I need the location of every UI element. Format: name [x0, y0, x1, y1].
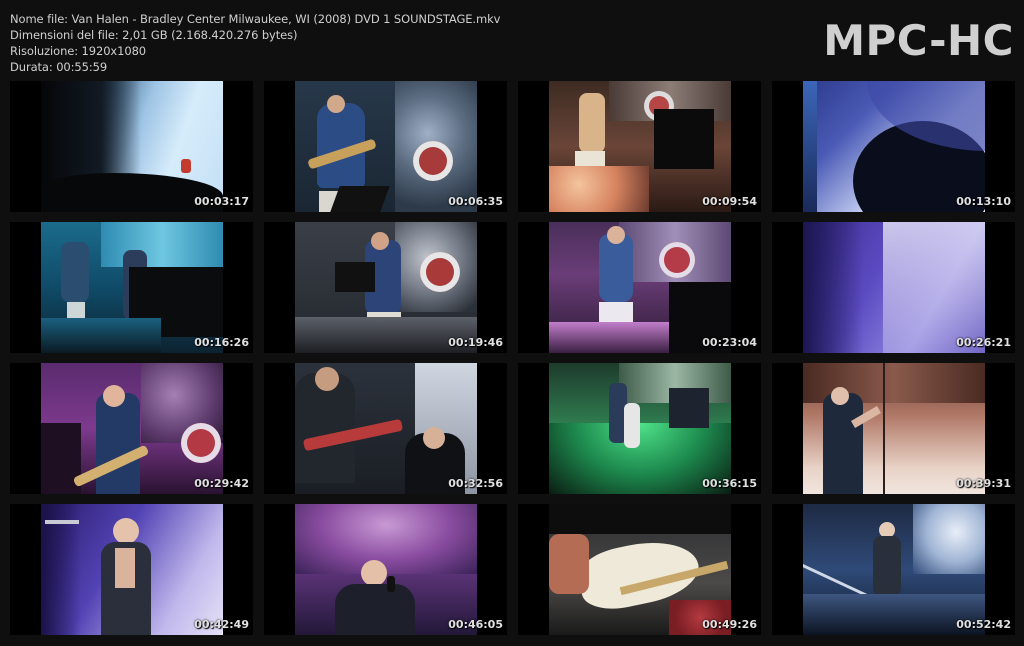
timestamp: 00:46:05: [448, 618, 503, 631]
file-info: Nome file: Van Halen - Bradley Center Mi…: [10, 11, 500, 75]
thumbnail: 00:16:26: [10, 222, 253, 353]
thumbnail: 00:32:56: [264, 363, 507, 494]
thumbnail: 00:13:10: [772, 81, 1015, 212]
thumbnail: 00:39:31: [772, 363, 1015, 494]
thumbnail-image: [41, 222, 223, 353]
thumbnail: 00:09:54: [518, 81, 761, 212]
file-name: Nome file: Van Halen - Bradley Center Mi…: [10, 12, 501, 26]
thumbnail-image: [295, 81, 477, 212]
thumbnail-image: [549, 363, 731, 494]
timestamp: 00:13:10: [956, 195, 1011, 208]
thumbnail: 00:06:35: [264, 81, 507, 212]
timestamp: 00:52:42: [956, 618, 1011, 631]
thumbnail-image: [803, 222, 985, 353]
thumbnail-image: [41, 504, 223, 635]
file-resolution: Risoluzione: 1920x1080: [10, 44, 146, 58]
thumbnail: 00:52:42: [772, 504, 1015, 635]
mpc-hc-logo: MPC-HC: [823, 16, 1014, 65]
file-size: Dimensioni del file: 2,01 GB (2.168.420.…: [10, 28, 298, 42]
timestamp: 00:23:04: [702, 336, 757, 349]
thumbnail-image: [295, 363, 477, 494]
timestamp: 00:09:54: [702, 195, 757, 208]
timestamp: 00:36:15: [702, 477, 757, 490]
timestamp: 00:06:35: [448, 195, 503, 208]
thumbnail-image: [549, 504, 731, 635]
thumbnail-image: [41, 81, 223, 212]
thumbnail: 00:42:49: [10, 504, 253, 635]
timestamp: 00:03:17: [194, 195, 249, 208]
file-duration: Durata: 00:55:59: [10, 60, 108, 74]
timestamp: 00:32:56: [448, 477, 503, 490]
thumbnail-image: [803, 504, 985, 635]
thumbnail: 00:26:21: [772, 222, 1015, 353]
thumbnail: 00:23:04: [518, 222, 761, 353]
thumbnail-image: [803, 363, 985, 494]
thumbnail-image: [41, 363, 223, 494]
timestamp: 00:16:26: [194, 336, 249, 349]
thumbnail-image: [295, 222, 477, 353]
thumbnail: 00:49:26: [518, 504, 761, 635]
thumbnail-image: [549, 81, 731, 212]
thumbnail: 00:36:15: [518, 363, 761, 494]
timestamp: 00:29:42: [194, 477, 249, 490]
thumbnail-image: [803, 81, 985, 212]
timestamp: 00:39:31: [956, 477, 1011, 490]
timestamp: 00:19:46: [448, 336, 503, 349]
thumbnail-image: [295, 504, 477, 635]
thumbnail: 00:29:42: [10, 363, 253, 494]
thumbnail-grid: 00:03:17 00:06:35 00:09:54 00:13:10 00:1…: [10, 81, 1015, 635]
thumbnail: 00:19:46: [264, 222, 507, 353]
timestamp: 00:42:49: [194, 618, 249, 631]
thumbnail: 00:46:05: [264, 504, 507, 635]
timestamp: 00:26:21: [956, 336, 1011, 349]
timestamp: 00:49:26: [702, 618, 757, 631]
thumbnail: 00:03:17: [10, 81, 253, 212]
thumbnail-image: [549, 222, 731, 353]
